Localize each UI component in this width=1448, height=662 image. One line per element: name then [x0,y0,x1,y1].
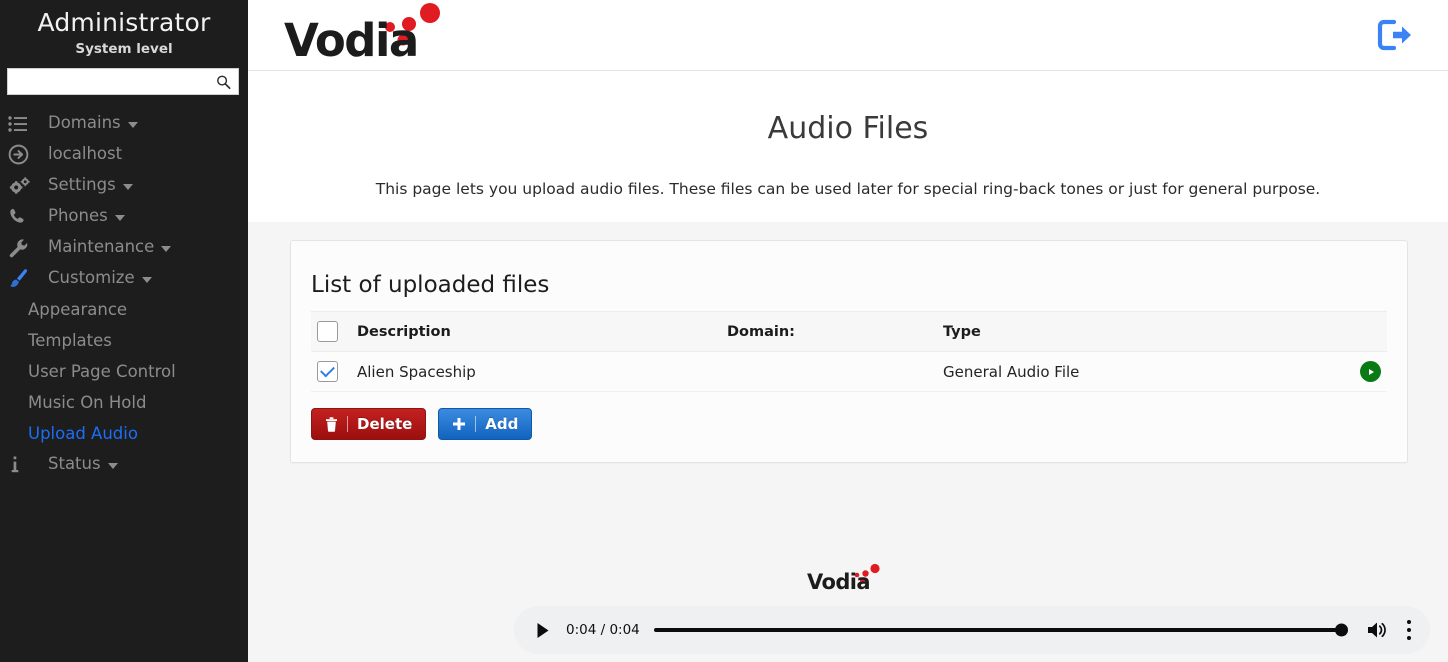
play-icon[interactable] [532,619,554,641]
search-icon[interactable] [216,74,231,89]
sidebar-subitem-label: User Page Control [28,362,176,381]
search-box[interactable] [7,68,239,95]
add-button-label: Add [485,415,518,433]
table-header-row: Description Domain: Type [311,312,1387,352]
trash-icon [325,417,338,432]
sidebar-subitem-label: Upload Audio [28,424,138,443]
delete-button-label: Delete [357,415,412,433]
wrench-icon [8,237,36,259]
footer-logo: Vodia [248,563,1448,599]
card-title: List of uploaded files [311,271,1387,299]
sidebar-item-label: Maintenance [48,239,154,256]
info-icon [8,454,36,476]
search-input[interactable] [8,69,238,94]
player-progress-bar[interactable] [654,622,1346,638]
sidebar: Administrator System level [0,0,248,662]
button-divider [347,416,348,432]
select-all-checkbox[interactable] [317,321,338,342]
table-body: Alien Spaceship General Audio File [311,352,1387,392]
chevron-down-icon [142,277,152,283]
sidebar-title: Administrator [0,0,248,38]
player-time: 0:04 / 0:04 [566,622,640,638]
sidebar-subitem-music-on-hold[interactable]: Music On Hold [0,387,248,418]
sidebar-menu: Domains localhost [0,108,248,480]
page-header: Audio Files This page lets you upload au… [248,71,1448,227]
row-checkbox[interactable] [317,361,338,382]
delete-button[interactable]: Delete [311,408,426,440]
sidebar-subitem-user-page-control[interactable]: User Page Control [0,356,248,387]
sidebar-item-status[interactable]: Status [0,449,248,480]
chevron-down-icon [161,246,171,252]
cell-actions [1327,352,1387,392]
content-area: List of uploaded files Description Domai… [248,222,1448,662]
arrow-circle-icon [8,144,36,166]
sidebar-item-label: localhost [48,146,122,163]
row-select-cell [311,352,357,392]
sidebar-item-localhost[interactable]: localhost [0,139,248,170]
player-progress-knob[interactable] [1335,624,1348,637]
sidebar-subitem-templates[interactable]: Templates [0,325,248,356]
footer-vodia-logo-icon: Vodia [807,563,889,595]
column-header-type[interactable]: Type [943,312,1327,352]
files-table: Description Domain: Type Alien Spaceship [311,311,1387,392]
app-root: Administrator System level [0,0,1448,662]
page-title: Audio Files [248,109,1448,149]
kebab-menu-icon[interactable] [1406,619,1412,641]
button-divider [475,416,476,432]
chevron-down-icon [108,463,118,469]
sidebar-subtitle: System level [0,41,248,57]
vodia-logo-text: Vodia [284,14,418,67]
sidebar-item-label: Domains [48,115,121,132]
play-icon[interactable] [1360,361,1381,382]
table-header: Description Domain: Type [311,312,1387,352]
column-header-description[interactable]: Description [357,312,727,352]
audio-player[interactable]: 0:04 / 0:04 [514,606,1430,654]
cell-domain [727,352,943,392]
sidebar-subitem-upload-audio[interactable]: Upload Audio [0,418,248,449]
volume-icon[interactable] [1366,620,1388,640]
sidebar-subitem-label: Templates [28,331,112,350]
sidebar-subitem-label: Music On Hold [28,393,146,412]
table-actions: Delete Add [311,408,1387,440]
table-row[interactable]: Alien Spaceship General Audio File [311,352,1387,392]
chevron-down-icon [123,184,133,190]
sidebar-item-settings[interactable]: Settings [0,170,248,201]
plus-icon [452,417,466,431]
sidebar-item-label: Customize [48,270,135,287]
main-content: Vodia Audio Files This page lets you upl… [248,0,1448,662]
chevron-down-icon [115,215,125,221]
uploaded-files-card: List of uploaded files Description Domai… [290,240,1408,463]
sidebar-subitem-appearance[interactable]: Appearance [0,294,248,325]
footer-logo-text: Vodia [807,570,870,594]
sidebar-item-phones[interactable]: Phones [0,201,248,232]
logout-button[interactable] [1372,15,1416,55]
page-description: This page lets you upload audio files. T… [248,179,1448,227]
sidebar-subitem-label: Appearance [28,300,127,319]
sidebar-item-label: Status [48,456,101,473]
list-icon [8,113,36,135]
chevron-down-icon [128,122,138,128]
vodia-logo: Vodia [284,2,459,72]
player-progress-track [654,628,1346,632]
column-header-domain[interactable]: Domain: [727,312,943,352]
phone-icon [8,206,36,228]
sidebar-item-label: Phones [48,208,108,225]
cell-description: Alien Spaceship [357,352,727,392]
sidebar-item-domains[interactable]: Domains [0,108,248,139]
sidebar-item-customize[interactable]: Customize [0,263,248,294]
column-header-actions [1327,312,1387,352]
top-bar: Vodia [248,0,1448,71]
add-button[interactable]: Add [438,408,532,440]
vodia-logo-dots-icon: Vodia [284,2,459,68]
select-all-header [311,312,357,352]
paintbrush-icon [8,268,36,290]
cell-type: General Audio File [943,352,1327,392]
gears-icon [8,175,36,197]
sidebar-item-maintenance[interactable]: Maintenance [0,232,248,263]
sidebar-item-label: Settings [48,177,116,194]
